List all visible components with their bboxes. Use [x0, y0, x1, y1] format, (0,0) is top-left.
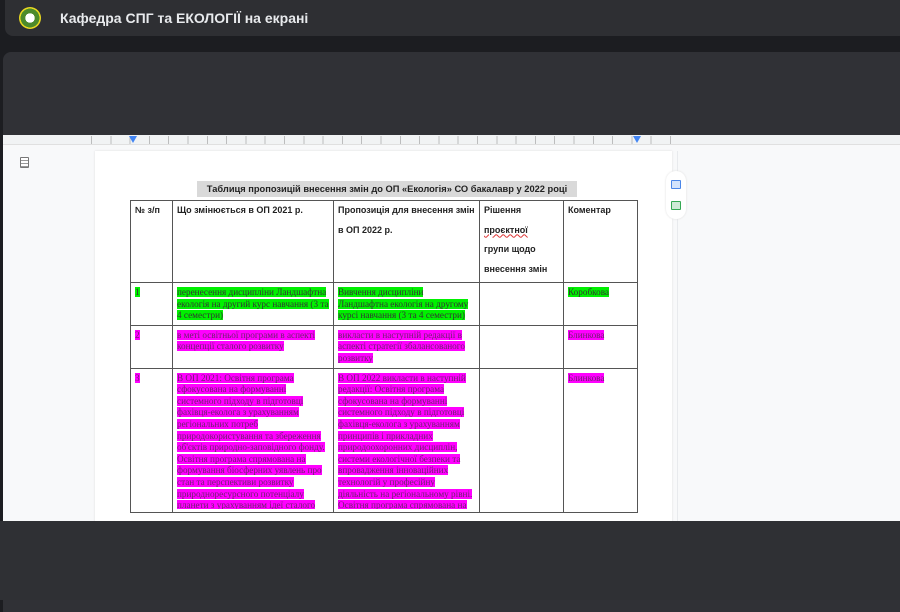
document-page: Таблиця пропозицій внесення змін до ОП «…	[95, 151, 672, 521]
header-new: Пропозиція для внесення змін в ОП 2022 р…	[333, 200, 480, 283]
header-comment: Коментар	[563, 200, 638, 283]
proposals-table: № з/п Що змінюється в ОП 2021 р. Пропози…	[130, 200, 638, 513]
shared-screen: Таблиця пропозицій внесення змін до ОП «…	[3, 135, 900, 521]
row-number: 1	[135, 287, 140, 297]
row-old: в меті освітньої програми в аспекті конц…	[177, 329, 316, 352]
row-comment: Блинкова	[568, 329, 605, 340]
right-indent-marker[interactable]	[633, 136, 641, 143]
header-number: № з/п	[130, 200, 173, 283]
ruler-ticks	[91, 136, 671, 144]
floating-actions	[666, 171, 686, 219]
row-new: Вивчення дисципліни Ландшафтна екологія …	[338, 287, 469, 321]
row-number: 2	[135, 329, 140, 340]
table-row: 3 В ОП 2021: Освітня програма сфокусован…	[130, 367, 638, 513]
row-decision	[479, 367, 564, 513]
row-new: викласти в наступній редакції в аспекті …	[338, 329, 465, 363]
header-decision: Рішення проєктної групи щодо внесення змін	[479, 200, 564, 283]
row-decision	[479, 282, 564, 326]
add-comment-icon[interactable]	[671, 180, 681, 189]
suggest-edit-icon[interactable]	[671, 201, 681, 210]
document-outline-icon[interactable]	[20, 157, 29, 168]
row-old: В ОП 2021: Освітня програма сфокусована …	[177, 372, 325, 509]
table-row: 2 в меті освітньої програми в аспекті ко…	[130, 324, 638, 369]
row-new: В ОП 2022 викласти в наступній редакції:…	[338, 372, 473, 509]
document-title: Таблиця пропозицій внесення змін до ОП «…	[197, 181, 577, 197]
row-number: 3	[135, 372, 140, 383]
department-logo-icon	[19, 7, 41, 29]
left-indent-marker[interactable]	[129, 136, 137, 143]
table-row: 1 перенесення дисципліни Ландшафтна екол…	[130, 282, 638, 326]
meeting-title: Кафедра СПГ та ЕКОЛОГІЇ на екрані	[60, 10, 309, 26]
meeting-header: Кафедра СПГ та ЕКОЛОГІЇ на екрані	[5, 0, 900, 36]
row-old: перенесення дисципліни Ландшафтна еколог…	[177, 287, 329, 321]
header-old: Що змінюється в ОП 2021 р.	[172, 200, 334, 283]
row-comment: Блинкова	[568, 372, 605, 383]
bottom-area	[0, 521, 900, 600]
table-header-row: № з/п Що змінюється в ОП 2021 р. Пропози…	[130, 200, 638, 283]
row-comment: Коробкова	[568, 287, 610, 297]
ruler[interactable]	[3, 135, 900, 145]
row-decision	[479, 324, 564, 369]
